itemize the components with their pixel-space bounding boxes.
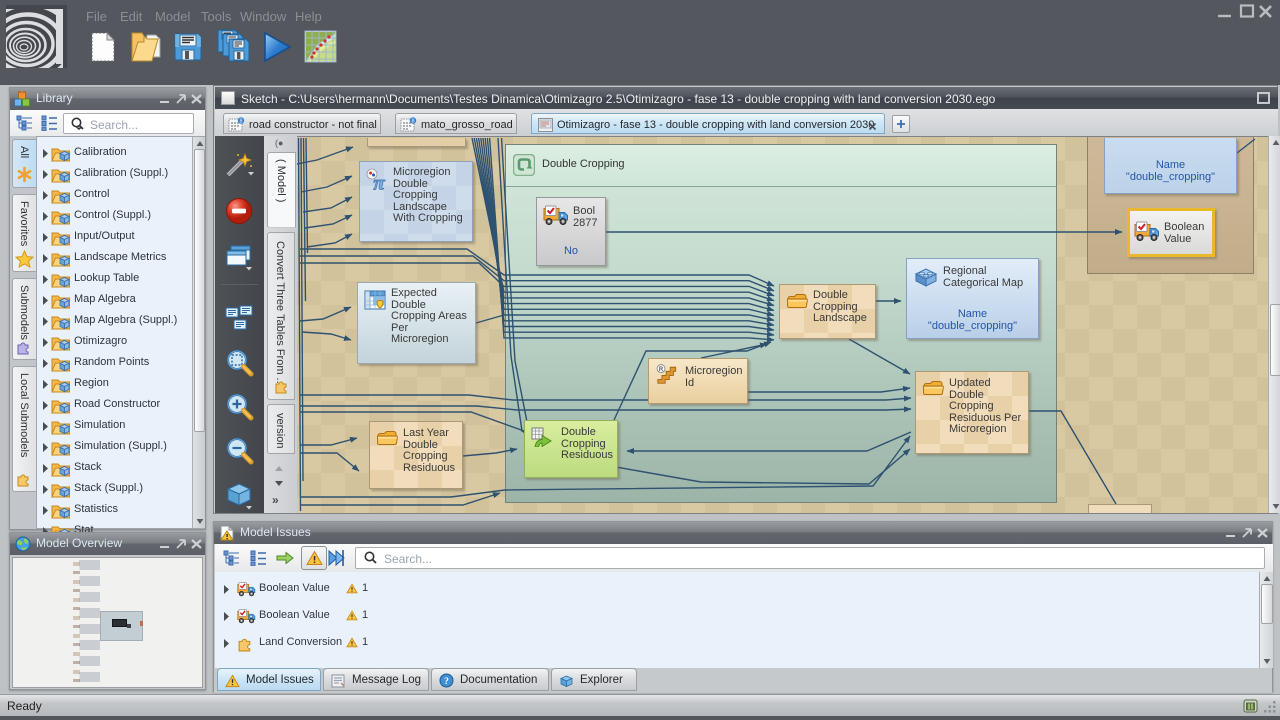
svg-text:8: 8	[411, 119, 414, 125]
svg-text:8: 8	[239, 119, 242, 125]
svg-text:?: ?	[444, 677, 449, 687]
